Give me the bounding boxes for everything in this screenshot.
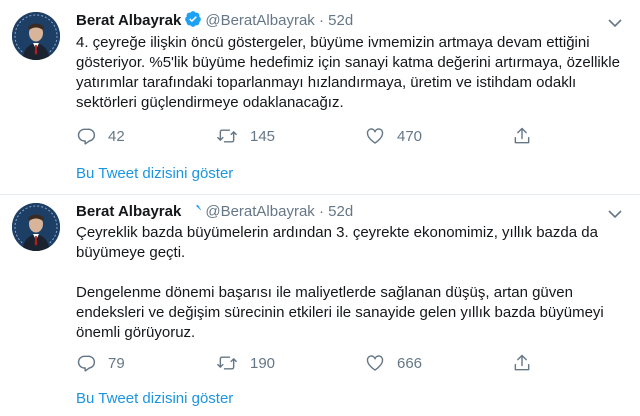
tweet-header: Berat Albayrak @BeratAlbayrak · 52d bbox=[76, 201, 353, 225]
avatar-image bbox=[12, 203, 60, 251]
reply-button[interactable]: 42 bbox=[76, 124, 125, 148]
share-icon bbox=[514, 127, 530, 144]
share-icon bbox=[514, 354, 530, 371]
author-name[interactable]: Berat Albayrak bbox=[76, 12, 181, 29]
verified-badge-icon bbox=[184, 10, 202, 34]
like-button[interactable]: 666 bbox=[365, 351, 422, 375]
reply-icon bbox=[77, 128, 96, 145]
reply-count: 42 bbox=[108, 127, 125, 145]
header-separator: · bbox=[318, 12, 324, 29]
retweet-icon bbox=[217, 356, 237, 370]
avatar-image bbox=[12, 12, 60, 60]
author-handle[interactable]: @BeratAlbayrak bbox=[205, 203, 314, 220]
retweet-button[interactable]: 190 bbox=[216, 351, 275, 375]
heart-icon bbox=[366, 128, 384, 144]
retweet-count: 145 bbox=[250, 127, 276, 145]
tweet-actions: 79 190 666 bbox=[76, 351, 624, 375]
show-thread-link[interactable]: Bu Tweet dizisini göster bbox=[76, 389, 233, 409]
tweet-timestamp[interactable]: 52d bbox=[328, 12, 353, 29]
tweet-timestamp[interactable]: 52d bbox=[328, 203, 353, 220]
verified-badge-icon bbox=[184, 201, 202, 225]
like-count: 470 bbox=[397, 127, 423, 145]
author-name[interactable]: Berat Albayrak bbox=[76, 203, 181, 220]
show-thread-link[interactable]: Bu Tweet dizisini göster bbox=[76, 164, 233, 184]
tweet-actions: 42 145 470 bbox=[76, 124, 624, 148]
retweet-count: 190 bbox=[250, 354, 276, 372]
share-button[interactable] bbox=[512, 351, 544, 375]
reply-icon bbox=[77, 355, 96, 372]
retweet-icon bbox=[217, 129, 237, 143]
tweet-header: Berat Albayrak @BeratAlbayrak · 52d bbox=[76, 10, 353, 34]
tweet[interactable]: Berat Albayrak @BeratAlbayrak · 52d Çeyre… bbox=[0, 195, 640, 416]
like-button[interactable]: 470 bbox=[365, 124, 422, 148]
reply-count: 79 bbox=[108, 354, 125, 372]
tweet[interactable]: Berat Albayrak @BeratAlbayrak · 52d 4. çe… bbox=[0, 0, 640, 194]
header-separator: · bbox=[318, 203, 324, 220]
heart-icon bbox=[366, 355, 384, 371]
tweet-text: Çeyreklik bazda büyümelerin ardından 3. … bbox=[76, 224, 604, 341]
like-count: 666 bbox=[397, 354, 423, 372]
author-handle[interactable]: @BeratAlbayrak bbox=[205, 12, 314, 29]
avatar[interactable] bbox=[12, 203, 60, 251]
reply-button[interactable]: 79 bbox=[76, 351, 125, 375]
tweet-text: 4. çeyreğe ilişkin öncü göstergeler, büy… bbox=[76, 34, 625, 111]
avatar[interactable] bbox=[12, 12, 60, 60]
chevron-down-icon[interactable] bbox=[608, 209, 622, 219]
chevron-down-icon[interactable] bbox=[608, 18, 622, 28]
share-button[interactable] bbox=[512, 124, 544, 148]
retweet-button[interactable]: 145 bbox=[216, 124, 275, 148]
